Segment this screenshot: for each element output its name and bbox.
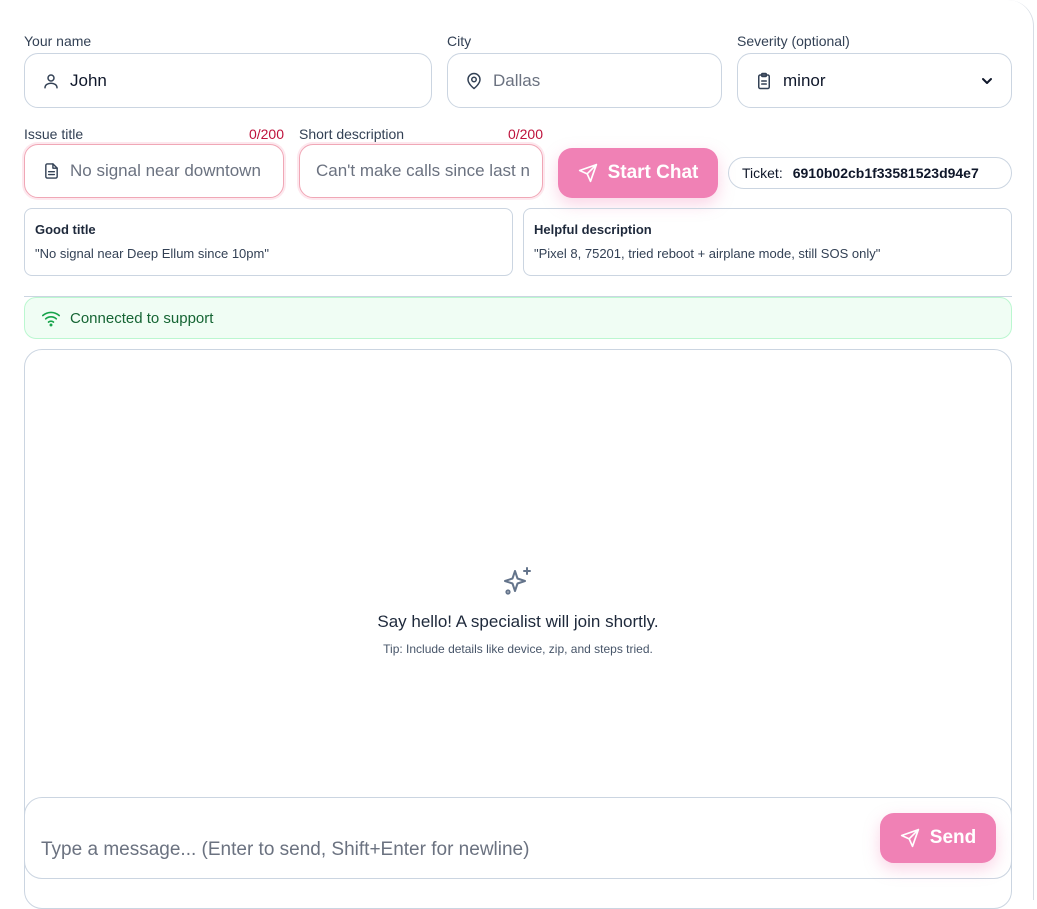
severity-label: Severity (optional) [737,33,850,49]
ticket-badge: Ticket: 6910b02cb1f33581523d94e7 [728,157,1012,189]
severity-select[interactable]: minor [737,53,1012,108]
chat-empty-title: Say hello! A specialist will join shortl… [377,612,659,631]
start-chat-button[interactable]: Start Chat [558,148,718,198]
sparkles-icon [24,565,1012,602]
severity-value: minor [783,70,826,90]
city-field[interactable]: Dallas [447,53,722,108]
chat-empty-tip: Tip: Include details like device, zip, a… [383,642,653,656]
hint-body: "No signal near Deep Ellum since 10pm" [35,246,269,261]
hint-body: "Pixel 8, 75201, tried reboot + airplane… [534,246,881,261]
issue-title-counter: 0/200 [248,126,284,142]
hint-title: Helpful description [534,222,652,237]
name-field[interactable]: John [24,53,432,108]
send-label: Send [929,827,977,848]
hint-card-good-title: Good title "No signal near Deep Ellum si… [24,208,513,276]
ticket-label: Ticket: [742,165,783,181]
message-input-placeholder: Type a message... (Enter to send, Shift+… [41,839,530,860]
issue-title-input[interactable]: No signal near downtown [24,144,284,198]
connection-status-text: Connected to support [70,309,214,327]
send-icon [578,163,597,183]
ticket-id: 6910b02cb1f33581523d94e7 [792,165,979,181]
clipboard-icon [754,71,774,91]
wifi-icon [41,311,60,327]
issue-title-label: Issue title [24,126,84,142]
user-icon [41,71,61,91]
issue-title-placeholder: No signal near downtown [70,161,261,180]
city-label: City [447,33,472,49]
short-description-placeholder: Can't make calls since last n [316,161,530,180]
hint-title: Good title [35,222,96,237]
hint-card-helpful-description: Helpful description "Pixel 8, 75201, tri… [523,208,1012,276]
message-composer[interactable]: Type a message... (Enter to send, Shift+… [24,797,1012,879]
short-description-input[interactable]: Can't make calls since last n [299,144,543,198]
send-button[interactable]: Send [880,813,996,863]
document-icon [41,161,61,181]
send-icon [900,828,919,848]
map-pin-icon [464,71,484,91]
chevron-down-icon [979,73,995,89]
short-description-label: Short description [299,126,405,142]
chat-empty-state: Say hello! A specialist will join shortl… [24,565,1012,656]
name-value: John [70,70,107,90]
city-placeholder: Dallas [493,70,541,90]
start-chat-label: Start Chat [607,162,699,183]
short-description-counter: 0/200 [507,126,543,142]
connection-status: Connected to support [24,297,1012,339]
name-label: Your name [24,33,92,49]
